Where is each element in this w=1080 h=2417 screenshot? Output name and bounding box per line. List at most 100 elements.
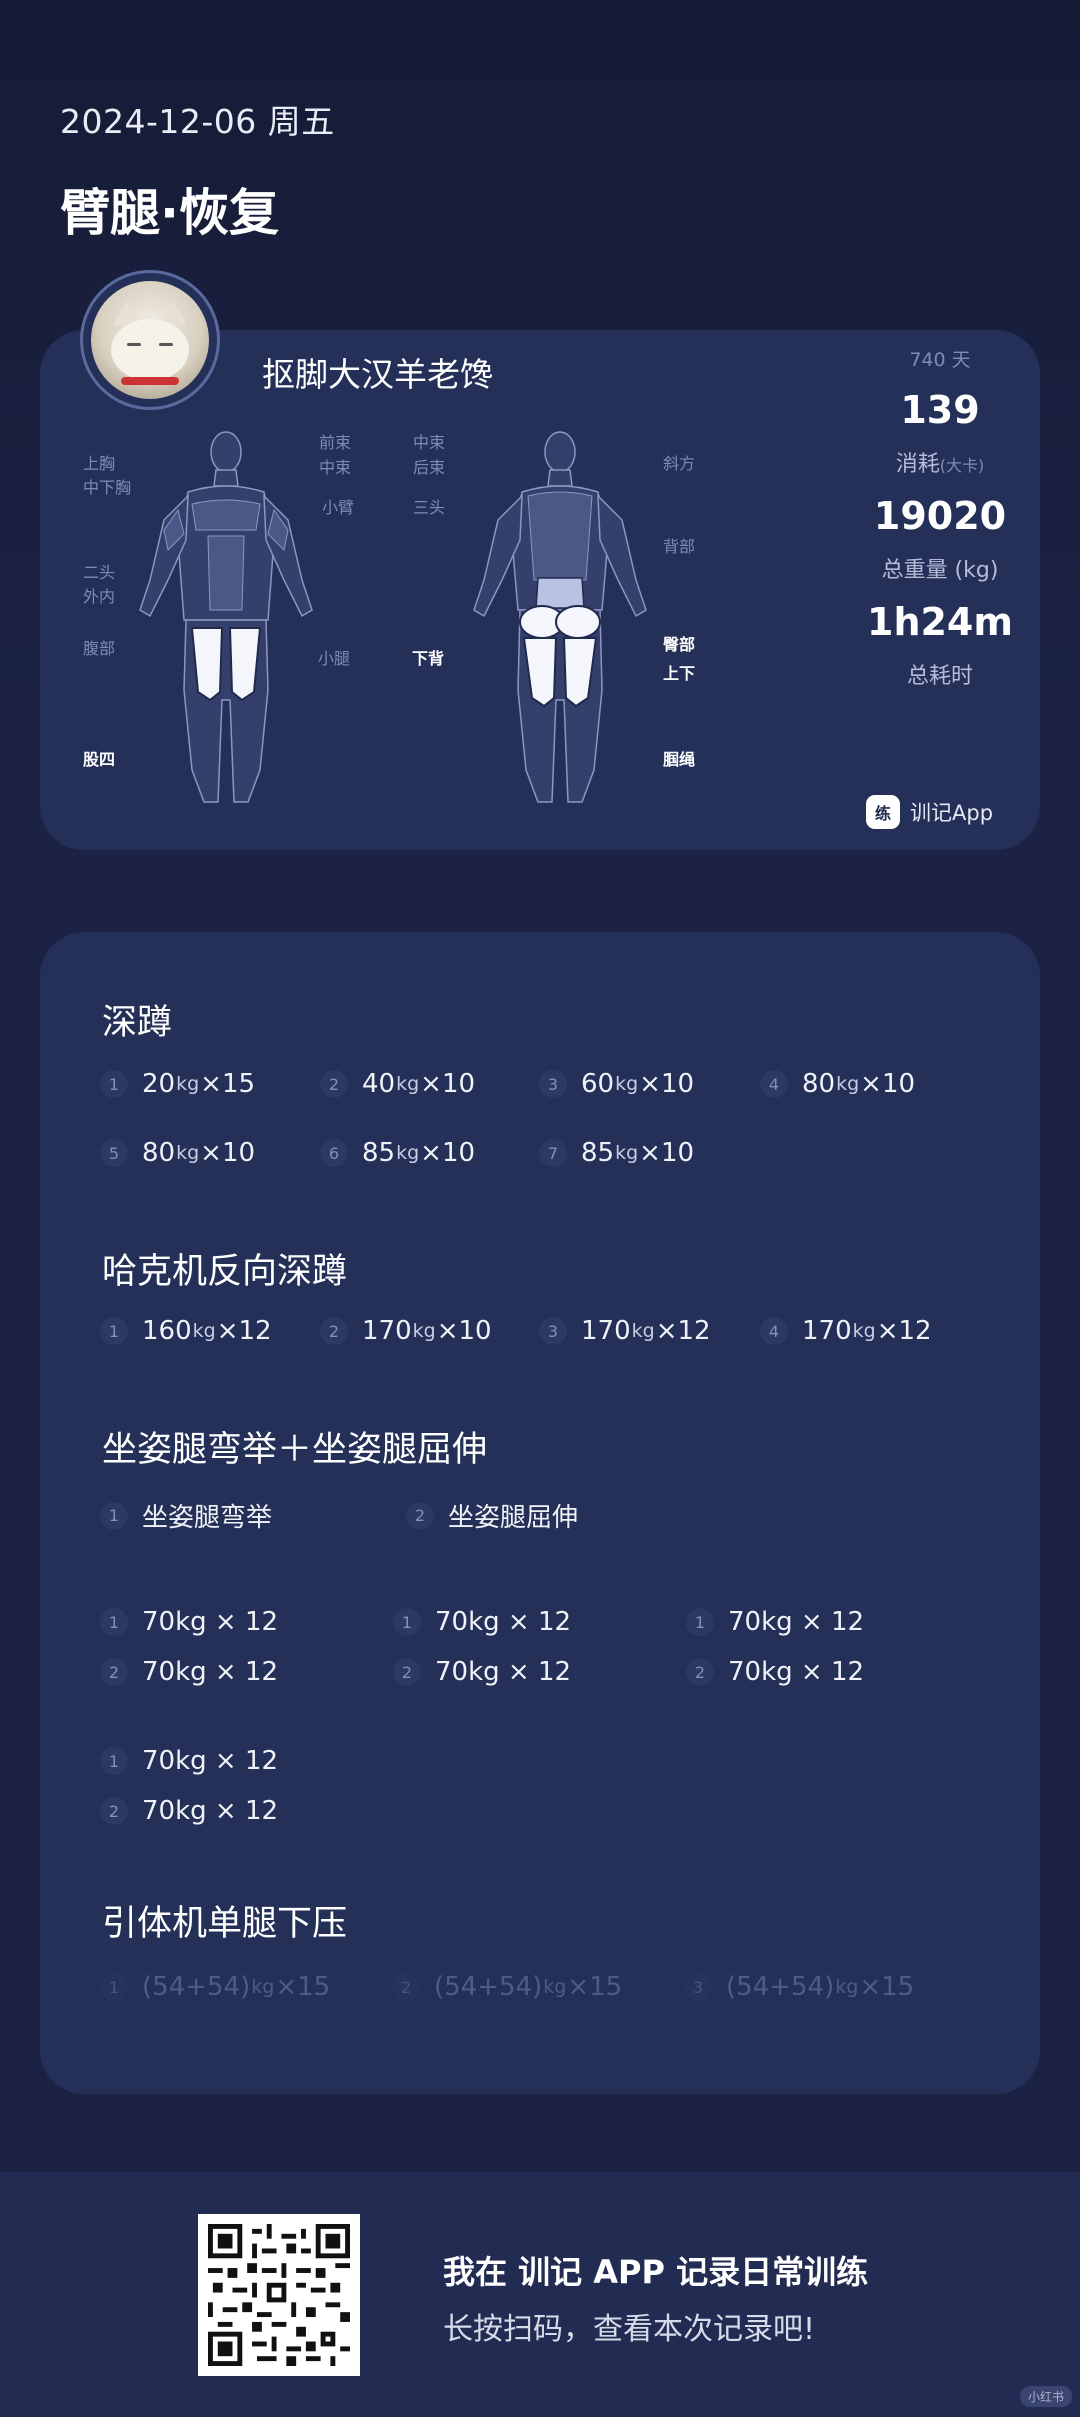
brand-badge[interactable]: 练 训记App — [866, 795, 993, 829]
set-number: 5 — [100, 1139, 128, 1167]
set-number: 2 — [686, 1658, 714, 1686]
muscle-label-upper-chest: 上胸 — [83, 454, 116, 473]
muscle-label-forearm: 小臂 — [322, 498, 355, 517]
set-reps: ×10 — [639, 1069, 695, 1099]
set-entry: 6 85 kg ×10 — [320, 1138, 475, 1168]
set-unit: kg — [615, 1073, 639, 1095]
set-reps: ×12 — [216, 1316, 272, 1346]
brand-name: 训记App — [910, 801, 994, 825]
muscle-label-abs: 腹部 — [83, 639, 116, 658]
muscle-label-back: 背部 — [663, 537, 696, 556]
set-entry: 3 (54+54) kg ×15 — [684, 1972, 914, 2002]
superset-entry: 2 70kg × 12 — [100, 1657, 278, 1687]
set-number: 2 — [393, 1658, 421, 1686]
set-text: 70kg × 12 — [142, 1657, 279, 1687]
exercise-title: 引体机单腿下压 — [102, 1904, 348, 1944]
set-unit: kg — [631, 1320, 655, 1342]
superset-entry: 2 70kg × 12 — [393, 1657, 571, 1687]
qr-code[interactable] — [198, 2214, 360, 2376]
share-footer: 我在 训记 APP 记录日常训练 长按扫码，查看本次记录吧! 小红书 — [0, 2172, 1080, 2417]
set-number: 3 — [684, 1973, 712, 2001]
muscle-label-obliques: 外内 — [83, 587, 116, 606]
username: 抠脚大汉羊老馋 — [262, 355, 493, 394]
set-number: 2 — [100, 1658, 128, 1686]
set-text: 70kg × 12 — [435, 1657, 572, 1687]
calories-label: 消耗(大卡) — [895, 452, 985, 477]
set-number: 1 — [100, 1317, 128, 1345]
training-days: 740 天 — [909, 349, 971, 371]
back-body-diagram — [473, 431, 647, 803]
watermark-badge: 小红书 — [1019, 2386, 1072, 2407]
set-number: 4 — [760, 1070, 788, 1098]
set-number: 7 — [539, 1139, 567, 1167]
set-weight: (54+54) — [434, 1972, 543, 2002]
total-weight-value: 19020 — [873, 494, 1007, 538]
qr-code-icon — [208, 2224, 350, 2366]
workout-date: 2024-12-06 周五 — [60, 102, 335, 141]
muscle-label-glutes: 臀部 — [663, 635, 696, 654]
superset-entry: 1 70kg × 12 — [100, 1607, 278, 1637]
set-text: 70kg × 12 — [142, 1796, 279, 1826]
set-entry: 2 (54+54) kg ×15 — [392, 1972, 622, 2002]
header: 2024-12-06 周五 臂腿·恢复 — [60, 95, 335, 245]
set-weight: 85 — [581, 1138, 615, 1168]
footer-subline: 长按扫码，查看本次记录吧! — [443, 2312, 816, 2347]
set-number: 1 — [393, 1608, 421, 1636]
set-unit: kg — [176, 1073, 200, 1095]
set-unit: kg — [192, 1320, 216, 1342]
set-reps: ×10 — [420, 1069, 476, 1099]
muscle-label-triceps: 三头 — [413, 498, 446, 517]
set-text: 70kg × 12 — [142, 1746, 279, 1776]
set-unit: kg — [396, 1073, 420, 1095]
muscle-label-quads: 股四 — [83, 750, 116, 769]
set-reps: ×15 — [275, 1972, 331, 2002]
set-text: 70kg × 12 — [728, 1657, 865, 1687]
set-entry: 1 20 kg ×15 — [100, 1069, 255, 1099]
set-text: 70kg × 12 — [728, 1607, 865, 1637]
set-unit: kg — [836, 1073, 860, 1095]
set-unit: kg — [543, 1976, 567, 1998]
set-number: 1 — [100, 1973, 128, 2001]
superset-entry: 2 70kg × 12 — [686, 1657, 864, 1687]
set-reps: ×15 — [567, 1972, 623, 2002]
set-text: 70kg × 12 — [142, 1607, 279, 1637]
set-number: 3 — [539, 1070, 567, 1098]
set-reps: ×10 — [200, 1138, 256, 1168]
avatar-image — [91, 281, 209, 399]
exercise-title: 深蹲 — [102, 1003, 173, 1043]
set-number: 3 — [539, 1317, 567, 1345]
set-reps: ×15 — [859, 1972, 915, 2002]
stats-panel: 740 天 139 消耗(大卡) 19020 总重量 (kg) 1h24m 总耗… — [840, 345, 1040, 690]
calories-unit: (大卡) — [939, 456, 985, 475]
set-unit: kg — [396, 1142, 420, 1164]
footer-headline: 我在 训记 APP 记录日常训练 — [443, 2253, 869, 2291]
set-weight: 60 — [581, 1069, 615, 1099]
set-weight: 160 — [142, 1316, 192, 1346]
muscle-label-traps: 斜方 — [663, 454, 696, 473]
sub-exercise: 1 坐姿腿弯举 — [100, 1497, 272, 1534]
set-number: 1 — [686, 1608, 714, 1636]
set-weight: 80 — [802, 1069, 836, 1099]
muscle-label-mid-lower-chest: 中下胸 — [83, 478, 132, 497]
superset-entry: 1 70kg × 12 — [686, 1607, 864, 1637]
set-entry: 2 40 kg ×10 — [320, 1069, 475, 1099]
set-number: 2 — [100, 1797, 128, 1825]
workout-title: 臂腿·恢复 — [60, 184, 279, 242]
set-unit: kg — [412, 1320, 436, 1342]
muscle-label-rear-delt: 后束 — [413, 458, 446, 477]
avatar[interactable] — [80, 270, 220, 410]
set-unit: kg — [251, 1976, 275, 1998]
muscle-label-biceps: 二头 — [83, 563, 116, 582]
set-weight: 170 — [581, 1316, 631, 1346]
set-unit: kg — [852, 1320, 876, 1342]
set-weight: (54+54) — [142, 1972, 251, 2002]
set-entry: 3 170 kg ×12 — [539, 1316, 711, 1346]
superset-entry: 1 70kg × 12 — [100, 1746, 278, 1776]
set-number: 2 — [392, 1973, 420, 2001]
app-logo-icon: 练 — [866, 795, 900, 829]
set-weight: 40 — [362, 1069, 396, 1099]
set-number: 1 — [100, 1608, 128, 1636]
set-reps: ×12 — [655, 1316, 711, 1346]
set-unit: kg — [176, 1142, 200, 1164]
set-entry: 5 80 kg ×10 — [100, 1138, 255, 1168]
